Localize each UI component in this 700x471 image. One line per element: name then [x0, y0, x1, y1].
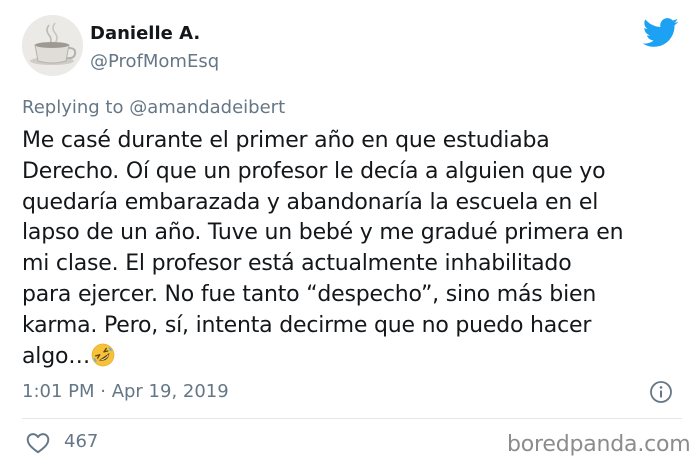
tweet-line: mi clase. El profesor está actualmente i…: [22, 251, 572, 277]
tweet-line: para ejercer. No fue tanto “despecho”, s…: [22, 281, 597, 307]
info-icon[interactable]: [649, 380, 673, 404]
rolling-on-the-floor-laughing-icon: [91, 343, 115, 366]
replying-to: Replying to @amandadeibert: [22, 97, 285, 118]
tweet-line: Me casé durante el primer año en que est…: [22, 128, 550, 153]
twitter-bird-icon[interactable]: [643, 18, 679, 48]
tweet-line: lapso de un año. Tuve un bebé y me gradu…: [22, 220, 624, 246]
tweet-line: karma. Pero, sí, intenta decirme que no …: [22, 312, 592, 338]
avatar[interactable]: [22, 15, 83, 76]
reply-mention-link[interactable]: @amandadeibert: [129, 97, 285, 118]
tweet-line: Derecho. Oí que un profesor le decía a a…: [22, 158, 606, 184]
tweet-line: algo…: [22, 343, 91, 369]
author-name[interactable]: Danielle A.: [90, 23, 200, 44]
tweet-text: Me casé durante el primer año en que est…: [22, 126, 682, 372]
replying-prefix: Replying to: [22, 97, 130, 118]
tweet-line: quedaría embarazada y abandonaría la esc…: [22, 189, 599, 215]
coffee-cup-avatar-icon: [22, 15, 83, 76]
boredpanda-watermark: boredpanda.com: [507, 432, 691, 457]
author-handle[interactable]: @ProfMomEsq: [90, 51, 219, 72]
heart-like-icon[interactable]: [25, 430, 51, 456]
divider: [22, 418, 682, 419]
tweet-timestamp[interactable]: 1:01 PM · Apr 19, 2019: [22, 381, 229, 402]
tweet-last-line: algo…: [22, 342, 682, 373]
like-count: 467: [64, 431, 99, 452]
